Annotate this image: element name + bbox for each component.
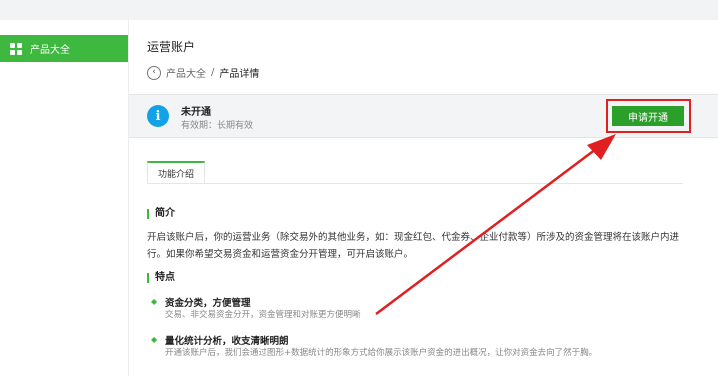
red-arrow-annotation: [375, 134, 616, 315]
